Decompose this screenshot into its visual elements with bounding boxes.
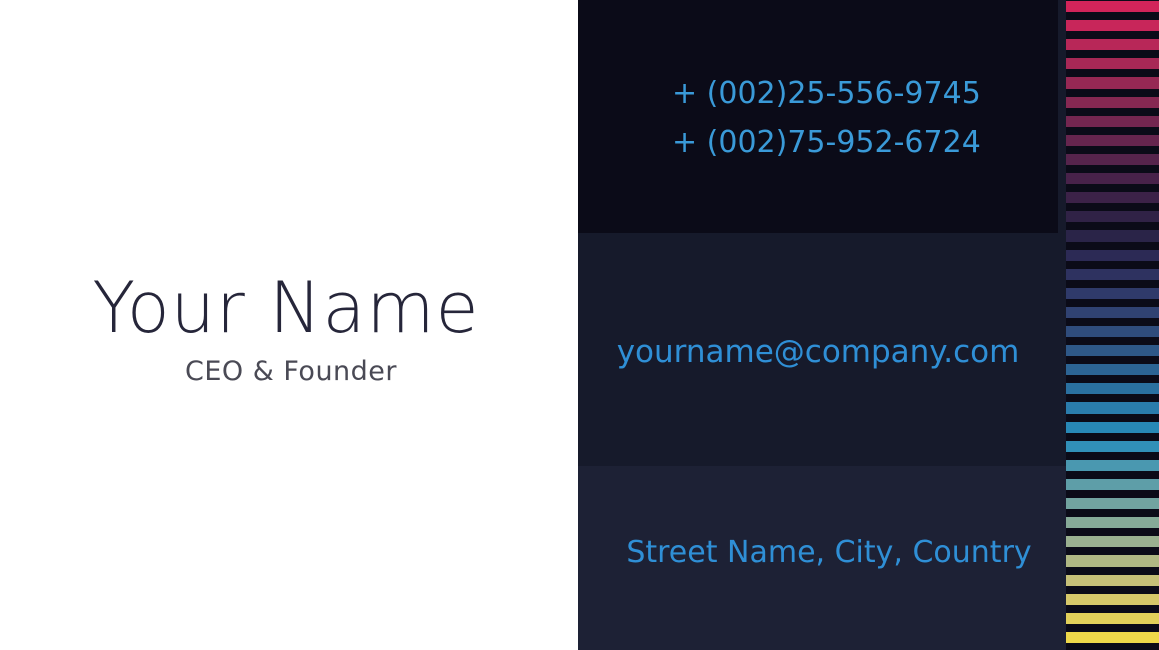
color-stripe	[1066, 134, 1159, 146]
color-stripe	[1066, 440, 1159, 452]
color-stripe	[1066, 249, 1159, 261]
color-stripe	[1066, 612, 1159, 624]
color-stripe	[1066, 364, 1159, 376]
color-stripe	[1066, 287, 1159, 299]
divider-strip	[1058, 0, 1066, 466]
color-stripe	[1066, 173, 1159, 185]
color-stripe	[1066, 115, 1159, 127]
business-card: Your Name CEO & Founder + (002)25-556-97…	[0, 0, 1159, 650]
front-panel: Your Name CEO & Founder	[0, 0, 578, 650]
color-stripe	[1066, 459, 1159, 471]
gradient-stripes	[1066, 0, 1159, 650]
color-stripe	[1066, 39, 1159, 51]
color-stripe	[1066, 345, 1159, 357]
color-stripe	[1066, 421, 1159, 433]
color-stripe	[1066, 153, 1159, 166]
phone-number-2: + (002)75-952-6724	[672, 125, 981, 160]
color-stripe	[1066, 517, 1159, 529]
color-stripe	[1066, 593, 1159, 605]
color-stripe	[1066, 498, 1159, 510]
color-stripe	[1066, 574, 1159, 586]
email-address: yourname@company.com	[616, 334, 1020, 370]
color-stripe	[1066, 20, 1159, 32]
color-stripe	[1066, 536, 1159, 548]
color-stripe	[1066, 383, 1159, 395]
color-stripe	[1066, 478, 1159, 491]
phone-block: + (002)25-556-9745 + (002)75-952-6724	[578, 0, 1058, 233]
color-stripe	[1066, 77, 1159, 89]
color-stripe	[1066, 306, 1159, 318]
color-stripe	[1066, 555, 1159, 567]
job-title: CEO & Founder	[184, 356, 398, 387]
email-block: yourname@company.com	[578, 233, 1058, 466]
color-stripe	[1066, 58, 1159, 70]
color-stripe	[1066, 268, 1159, 280]
color-stripe	[1066, 326, 1159, 338]
contact-panel: + (002)25-556-9745 + (002)75-952-6724 yo…	[578, 0, 1159, 650]
color-stripe	[1066, 211, 1159, 223]
color-stripe	[1066, 96, 1159, 108]
person-name: Your Name	[92, 267, 480, 349]
phone-number-1: + (002)25-556-9745	[672, 76, 981, 111]
street-address: Street Name, City, Country	[626, 535, 1032, 570]
color-stripe	[1066, 631, 1159, 643]
color-stripe	[1066, 1, 1159, 13]
color-stripe	[1066, 192, 1159, 204]
color-stripe	[1066, 402, 1159, 414]
color-stripe	[1066, 230, 1159, 242]
